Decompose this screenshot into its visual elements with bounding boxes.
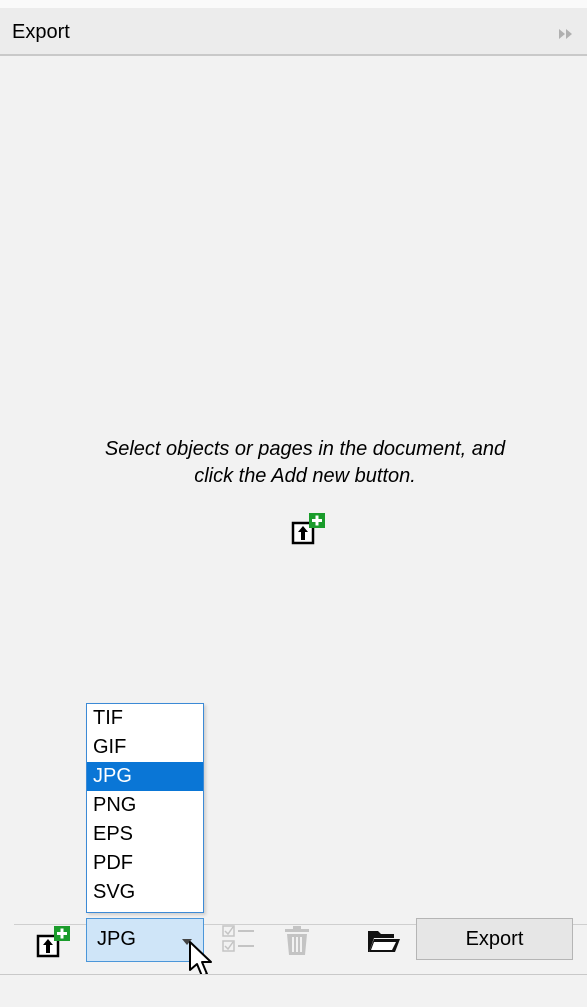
format-option-jpg[interactable]: JPG (87, 762, 203, 791)
add-new-hint-icon (291, 513, 325, 545)
add-new-icon[interactable] (36, 925, 72, 959)
empty-state-line-2: click the Add new button. (194, 465, 416, 487)
checklist-icon[interactable] (222, 924, 256, 954)
format-dropdown-list[interactable]: TIF GIF JPG PNG EPS PDF SVG (86, 703, 204, 913)
format-option-svg[interactable]: SVG (87, 878, 203, 907)
format-option-eps[interactable]: EPS (87, 820, 203, 849)
format-option-gif[interactable]: GIF (87, 733, 203, 762)
format-option-png[interactable]: PNG (87, 791, 203, 820)
format-select-value: JPG (97, 928, 136, 950)
panel-header: Export (0, 8, 587, 56)
trash-icon[interactable] (284, 926, 310, 956)
format-option-pdf[interactable]: PDF (87, 849, 203, 878)
empty-state-line-1: Select objects or pages in the document,… (104, 438, 506, 460)
window-top-edge (0, 0, 587, 8)
format-option-tif[interactable]: TIF (87, 704, 203, 733)
folder-icon[interactable] (366, 928, 402, 954)
empty-state-message: Select objects or pages in the document,… (55, 436, 555, 490)
panel-title: Export (12, 21, 70, 43)
collapse-panel-icon[interactable] (557, 27, 575, 41)
status-bar (0, 974, 587, 1007)
export-button[interactable]: Export (416, 918, 573, 960)
